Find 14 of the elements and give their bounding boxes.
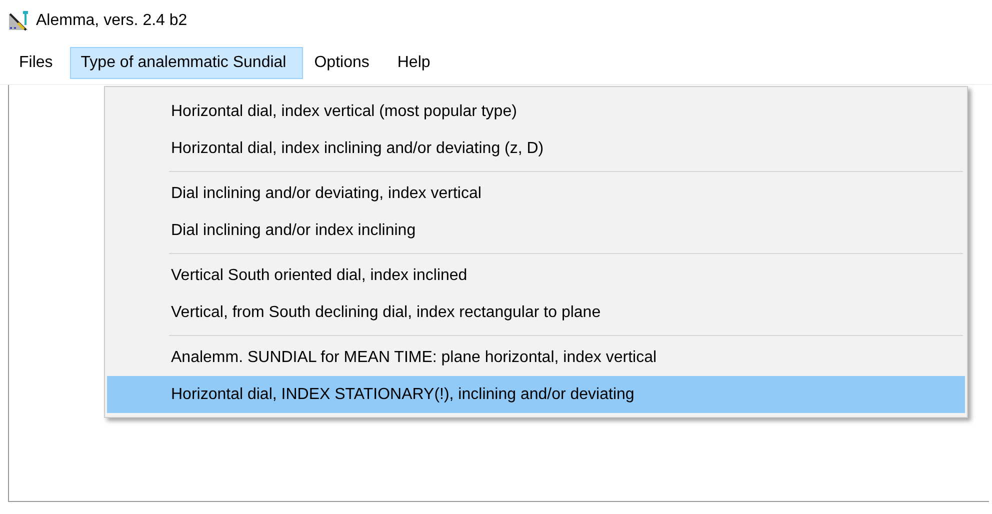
window-title: Alemma, vers. 2.4 b2 <box>36 12 188 30</box>
dropdown-item[interactable]: Vertical South oriented dial, index inclined <box>107 257 965 294</box>
dropdown-item[interactable]: Dial inclining and/or index inclining <box>107 212 965 249</box>
dropdown-item[interactable]: Horizontal dial, index vertical (most popular type) <box>107 93 965 130</box>
dropdown-item[interactable]: Horizontal dial, index inclining and/or deviating (z, D) <box>107 130 965 167</box>
dropdown-item[interactable]: Dial inclining and/or deviating, index vertical <box>107 175 965 212</box>
menu-item[interactable]: Options <box>303 47 386 79</box>
menu-item[interactable]: Help <box>386 47 448 79</box>
app-icon <box>8 10 30 32</box>
menu-item[interactable]: Type of analemmatic Sundial <box>70 47 304 79</box>
dropdown-item[interactable]: Vertical, from South declining dial, index rectangular to plane <box>107 294 965 331</box>
dropdown-item[interactable]: Analemm. SUNDIAL for MEAN TIME: plane horizontal, index vertical <box>107 339 965 376</box>
dropdown-item[interactable]: Horizontal dial, INDEX STATIONARY(!), inclining and/or deviating <box>107 376 965 413</box>
menu-item[interactable]: Files <box>8 47 70 79</box>
